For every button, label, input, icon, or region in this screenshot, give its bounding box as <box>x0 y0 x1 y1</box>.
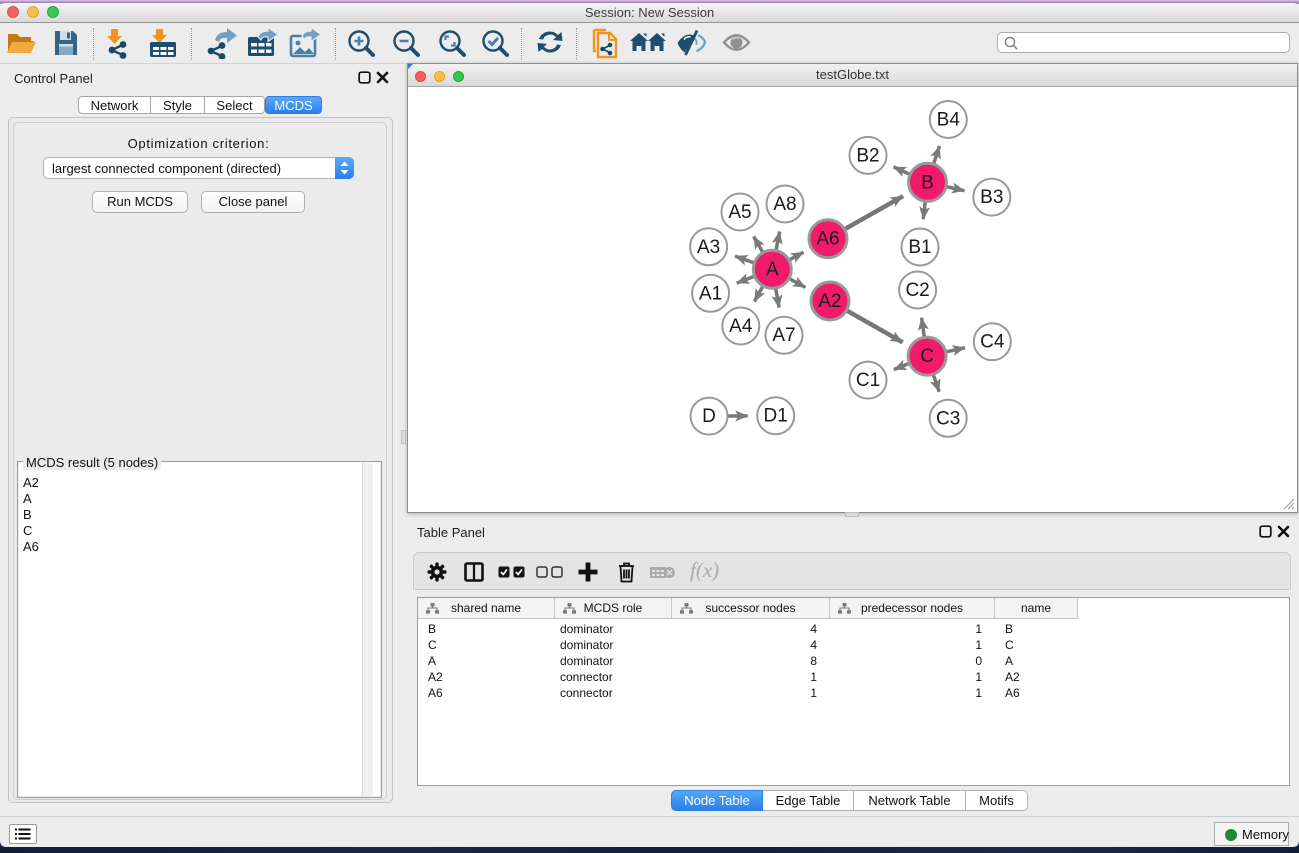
svg-text:B2: B2 <box>856 145 879 166</box>
svg-text:A1: A1 <box>699 283 722 304</box>
svg-text:A4: A4 <box>729 316 753 337</box>
svg-text:B3: B3 <box>980 187 1003 208</box>
svg-text:C2: C2 <box>905 280 929 301</box>
svg-text:B: B <box>921 172 934 193</box>
svg-text:A7: A7 <box>772 325 795 346</box>
svg-text:C: C <box>920 346 934 367</box>
svg-text:A8: A8 <box>773 194 796 215</box>
svg-text:D1: D1 <box>764 406 788 427</box>
svg-text:A5: A5 <box>728 202 751 223</box>
svg-text:C4: C4 <box>980 332 1005 353</box>
svg-text:A6: A6 <box>816 229 839 250</box>
svg-text:A3: A3 <box>697 237 720 258</box>
svg-text:A: A <box>766 259 779 280</box>
svg-text:A2: A2 <box>818 291 841 312</box>
svg-text:B4: B4 <box>937 110 961 131</box>
svg-text:D: D <box>702 406 716 427</box>
svg-text:C1: C1 <box>856 370 880 391</box>
svg-text:C3: C3 <box>936 408 960 429</box>
svg-text:B1: B1 <box>908 237 931 258</box>
